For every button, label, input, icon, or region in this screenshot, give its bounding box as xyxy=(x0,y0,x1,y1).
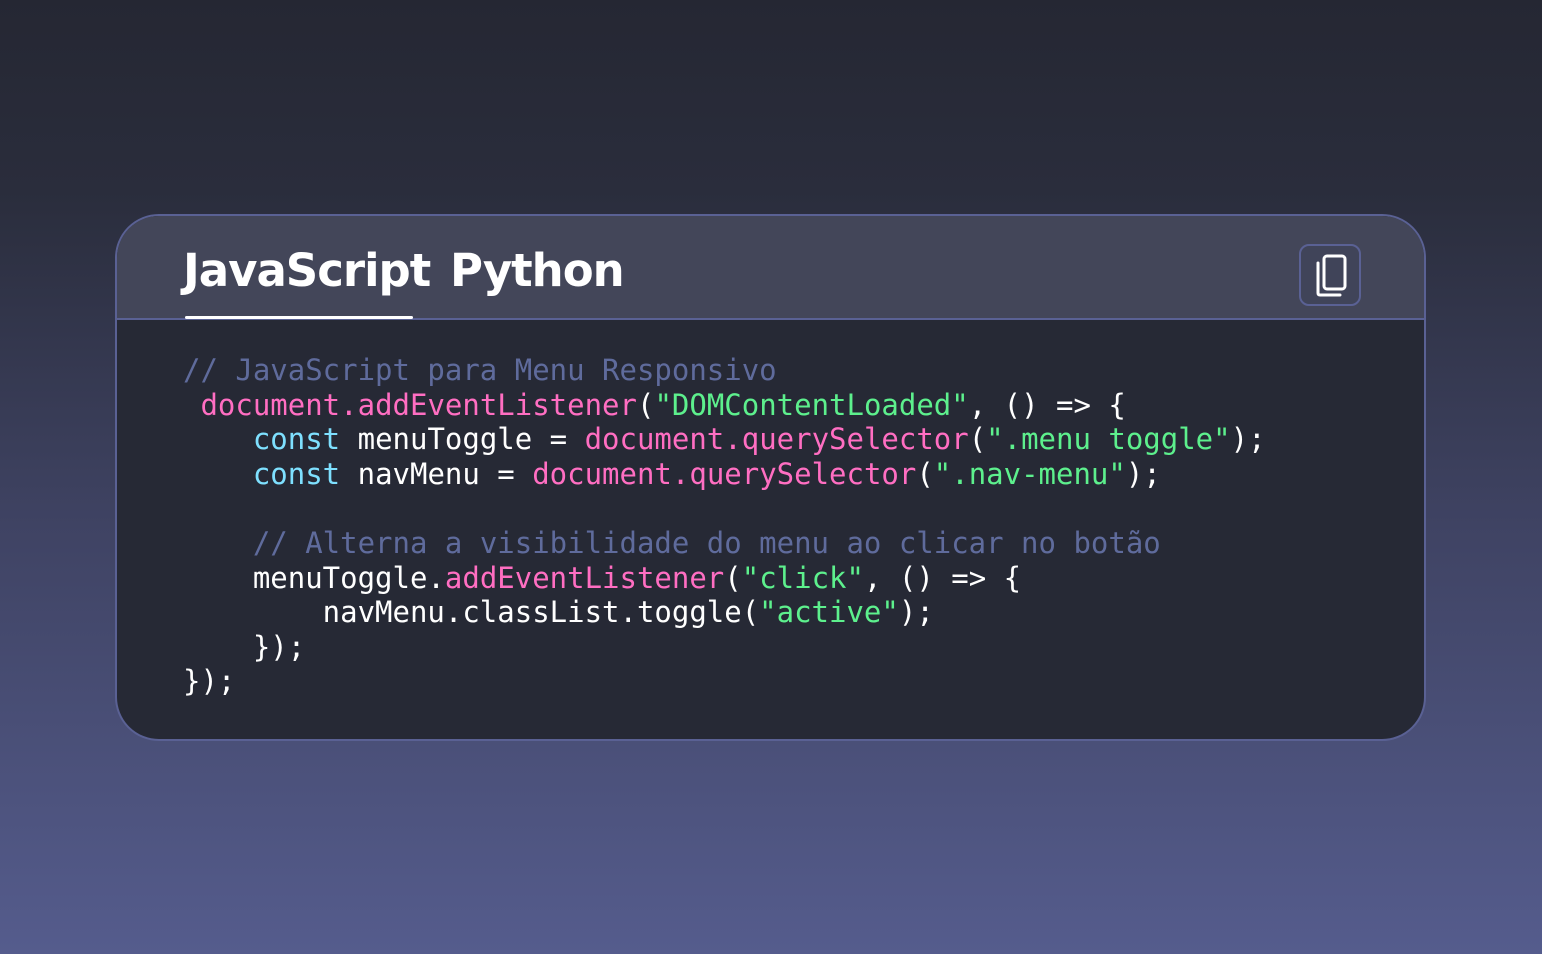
code-line: menuToggle.addEventListener("click", () … xyxy=(183,561,1266,596)
tab-python[interactable]: Python xyxy=(450,244,625,298)
code-snippet-card: JavaScript Python // JavaScript para Men… xyxy=(115,214,1426,741)
code-token-func: document.querySelector xyxy=(584,422,969,457)
code-token-plain: , () => { xyxy=(968,387,1126,422)
code-token-plain: ); xyxy=(1125,456,1161,491)
code-token-str: ".menu toggle" xyxy=(986,422,1231,457)
code-token-plain: menuToggle. xyxy=(183,560,445,595)
code-token-func: addEventListener xyxy=(444,560,725,595)
code-line: const navMenu = document.querySelector("… xyxy=(183,457,1266,492)
code-line: // JavaScript para Menu Responsivo xyxy=(183,353,1266,388)
tab-javascript[interactable]: JavaScript xyxy=(183,244,431,298)
code-token-plain: navMenu.classList.toggle( xyxy=(183,595,760,630)
active-tab-indicator xyxy=(185,316,413,319)
code-token-comment: // Alterna a visibilidade do menu ao cli… xyxy=(252,525,1161,560)
code-line: document.addEventListener("DOMContentLoa… xyxy=(183,388,1266,423)
code-tabs-header: JavaScript Python xyxy=(117,216,1424,320)
code-token-plain: ( xyxy=(916,456,934,491)
code-token-plain: menuToggle = xyxy=(340,422,585,457)
code-token-kw: const xyxy=(252,456,341,491)
code-token-str: "DOMContentLoaded" xyxy=(654,387,969,422)
code-token-func: document.querySelector xyxy=(532,456,917,491)
code-token-plain: , () => { xyxy=(863,560,1022,595)
code-line: }); xyxy=(183,664,1266,699)
code-token-str: ".nav-menu" xyxy=(933,456,1126,491)
code-token-plain: ); xyxy=(1230,422,1266,457)
code-token-plain: ); xyxy=(898,595,934,630)
code-block: // JavaScript para Menu Responsivo docum… xyxy=(183,353,1266,699)
code-token-kw: const xyxy=(252,422,341,457)
code-token-plain: }); xyxy=(183,629,306,664)
code-line: }); xyxy=(183,630,1266,665)
copy-icon xyxy=(1312,253,1348,297)
code-line: const menuToggle = document.querySelecto… xyxy=(183,422,1266,457)
code-token-plain: ( xyxy=(636,387,655,422)
code-token-plain: navMenu = xyxy=(340,456,533,491)
code-token-func: document.addEventListener xyxy=(200,387,637,422)
code-token-comment: // JavaScript para Menu Responsivo xyxy=(183,353,777,387)
code-token-str: "active" xyxy=(759,595,899,630)
code-line: // Alterna a visibilidade do menu ao cli… xyxy=(183,526,1266,561)
code-line: navMenu.classList.toggle("active"); xyxy=(183,595,1266,630)
copy-button[interactable] xyxy=(1299,244,1361,306)
code-token-plain: ( xyxy=(968,422,987,457)
code-token-plain: ( xyxy=(724,560,742,595)
code-token-str: "click" xyxy=(741,560,864,595)
code-token-plain: }); xyxy=(183,664,236,699)
